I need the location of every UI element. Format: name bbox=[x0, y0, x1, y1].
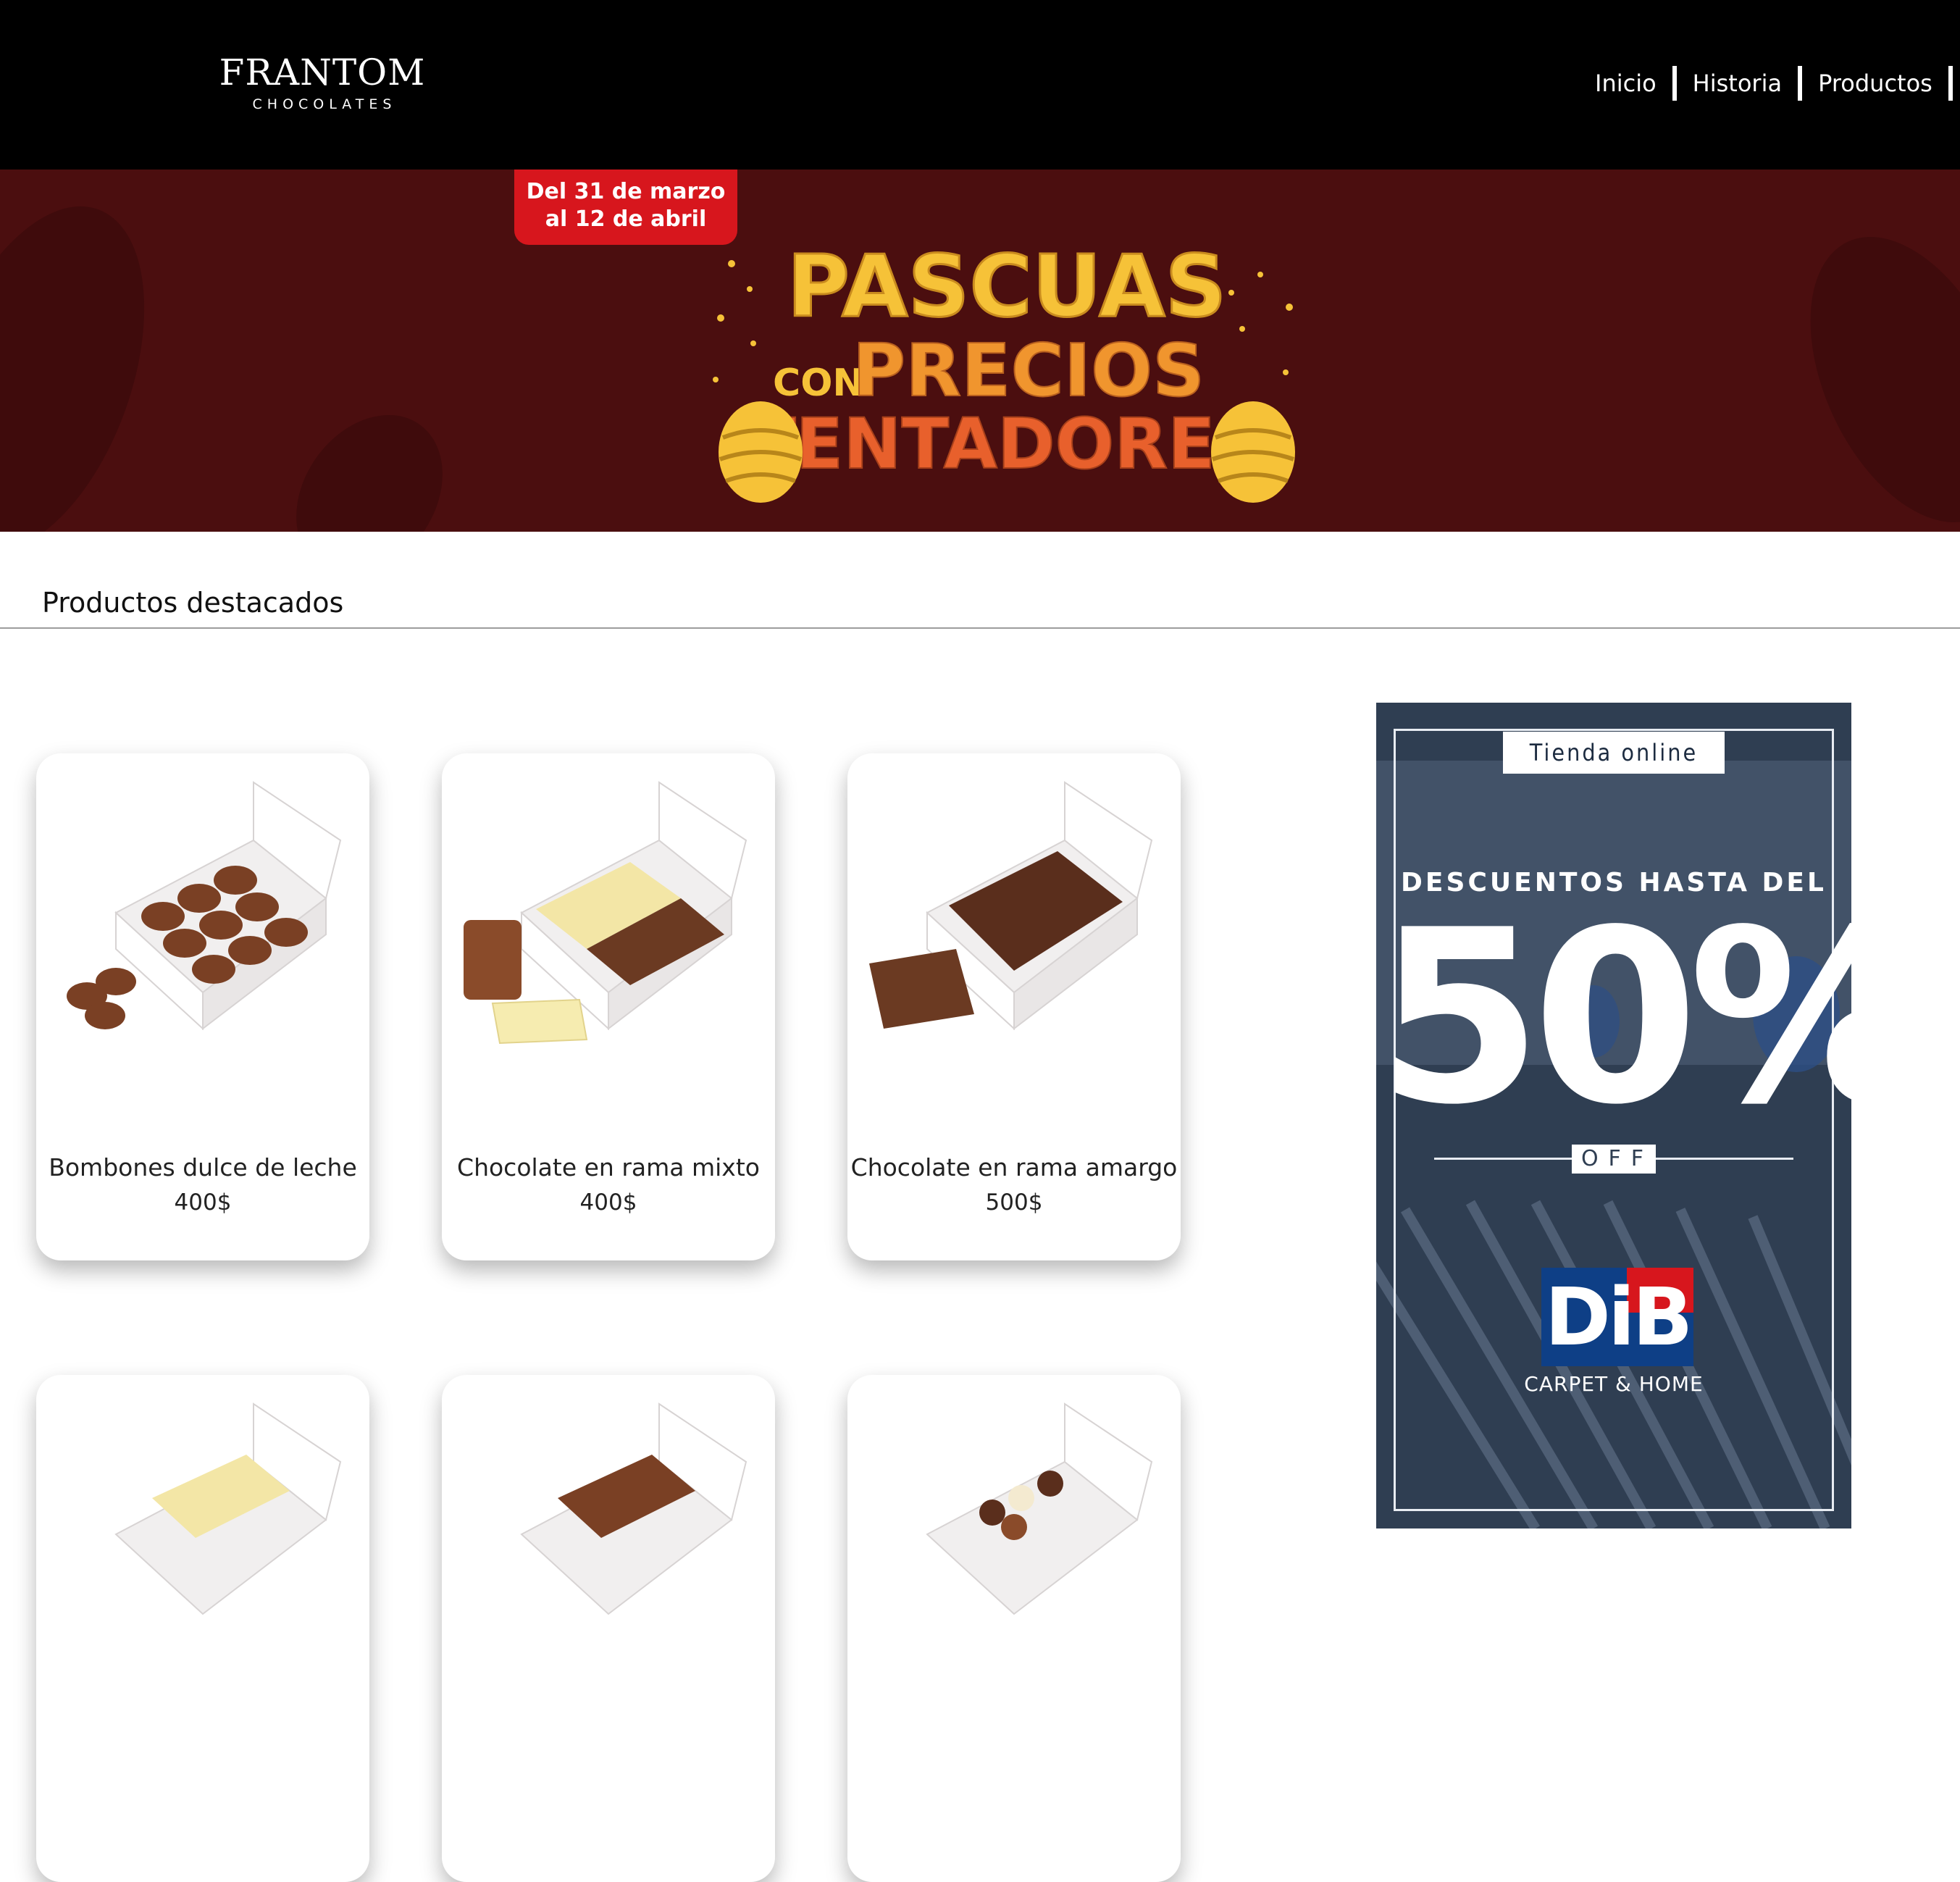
easter-headline: PASCUAS CON PRECIOS TENTADORES bbox=[713, 235, 1295, 503]
product-price: 500$ bbox=[985, 1189, 1043, 1216]
dib-advertisement[interactable]: Tienda online DESCUENTOS HASTA DEL 50% O… bbox=[1376, 703, 1851, 1528]
brand-subtitle: CHOCOLATES bbox=[252, 96, 397, 112]
product-price: 400$ bbox=[174, 1189, 232, 1216]
site-header: FRANTOM CHOCOLATES Inicio Historia Produ… bbox=[0, 0, 1960, 170]
headline-line-2: PRECIOS bbox=[853, 328, 1205, 413]
section-title: Productos destacados bbox=[42, 587, 344, 619]
headline-line-1: PASCUAS bbox=[787, 236, 1226, 336]
product-name: Chocolate en rama mixto bbox=[457, 1153, 760, 1182]
product-image bbox=[926, 1402, 1153, 1615]
product-name: Bombones dulce de leche bbox=[49, 1153, 357, 1182]
product-image bbox=[520, 1402, 747, 1615]
product-card[interactable]: Bombones dulce de leche 400$ bbox=[36, 753, 369, 1260]
product-card[interactable]: Chocolate en rama mixto 400$ bbox=[442, 753, 775, 1260]
nav-inicio[interactable]: Inicio bbox=[1579, 65, 1672, 101]
banner-decoration bbox=[266, 387, 473, 532]
easter-egg-icon bbox=[719, 401, 803, 503]
banner-decoration bbox=[1769, 204, 1960, 532]
main-nav: Inicio Historia Productos bbox=[1579, 65, 1953, 101]
dib-logo: DiB bbox=[1541, 1268, 1693, 1366]
ad-off-label: OFF bbox=[1572, 1145, 1656, 1174]
section-divider bbox=[0, 627, 1960, 629]
nav-productos[interactable]: Productos bbox=[1802, 65, 1948, 101]
product-card[interactable] bbox=[36, 1375, 369, 1882]
product-image bbox=[114, 1402, 342, 1615]
banner-decoration bbox=[0, 177, 187, 532]
product-image bbox=[67, 781, 342, 1031]
product-name: Chocolate en rama amargo bbox=[850, 1153, 1178, 1182]
product-price: 400$ bbox=[579, 1189, 637, 1216]
logo-text: DiB bbox=[1544, 1271, 1693, 1363]
nav-historia[interactable]: Historia bbox=[1677, 65, 1798, 101]
ad-brand-subtitle: CARPET & HOME bbox=[1524, 1372, 1704, 1396]
ad-discount: 50% bbox=[1376, 879, 1851, 1157]
easter-promo-banner[interactable]: Del 31 de marzo al 12 de abril PASCUAS C… bbox=[0, 170, 1960, 532]
product-card[interactable] bbox=[442, 1375, 775, 1882]
product-image bbox=[869, 781, 1153, 1031]
nav-divider bbox=[1948, 66, 1953, 101]
product-card[interactable] bbox=[847, 1375, 1181, 1882]
brand-logo[interactable]: FRANTOM CHOCOLATES bbox=[217, 51, 427, 114]
date-line-2: al 12 de abril bbox=[545, 206, 707, 232]
headline-con: CON bbox=[773, 361, 864, 405]
date-badge: Del 31 de marzo al 12 de abril bbox=[514, 170, 737, 245]
date-line-1: Del 31 de marzo bbox=[526, 179, 726, 204]
headline-line-3: TENTADORES bbox=[748, 403, 1265, 485]
brand-name: FRANTOM bbox=[219, 51, 426, 93]
product-image bbox=[464, 781, 747, 1045]
easter-egg-icon bbox=[1211, 401, 1295, 503]
product-card[interactable]: Chocolate en rama amargo 500$ bbox=[847, 753, 1181, 1260]
ad-tag: Tienda online bbox=[1503, 732, 1725, 774]
